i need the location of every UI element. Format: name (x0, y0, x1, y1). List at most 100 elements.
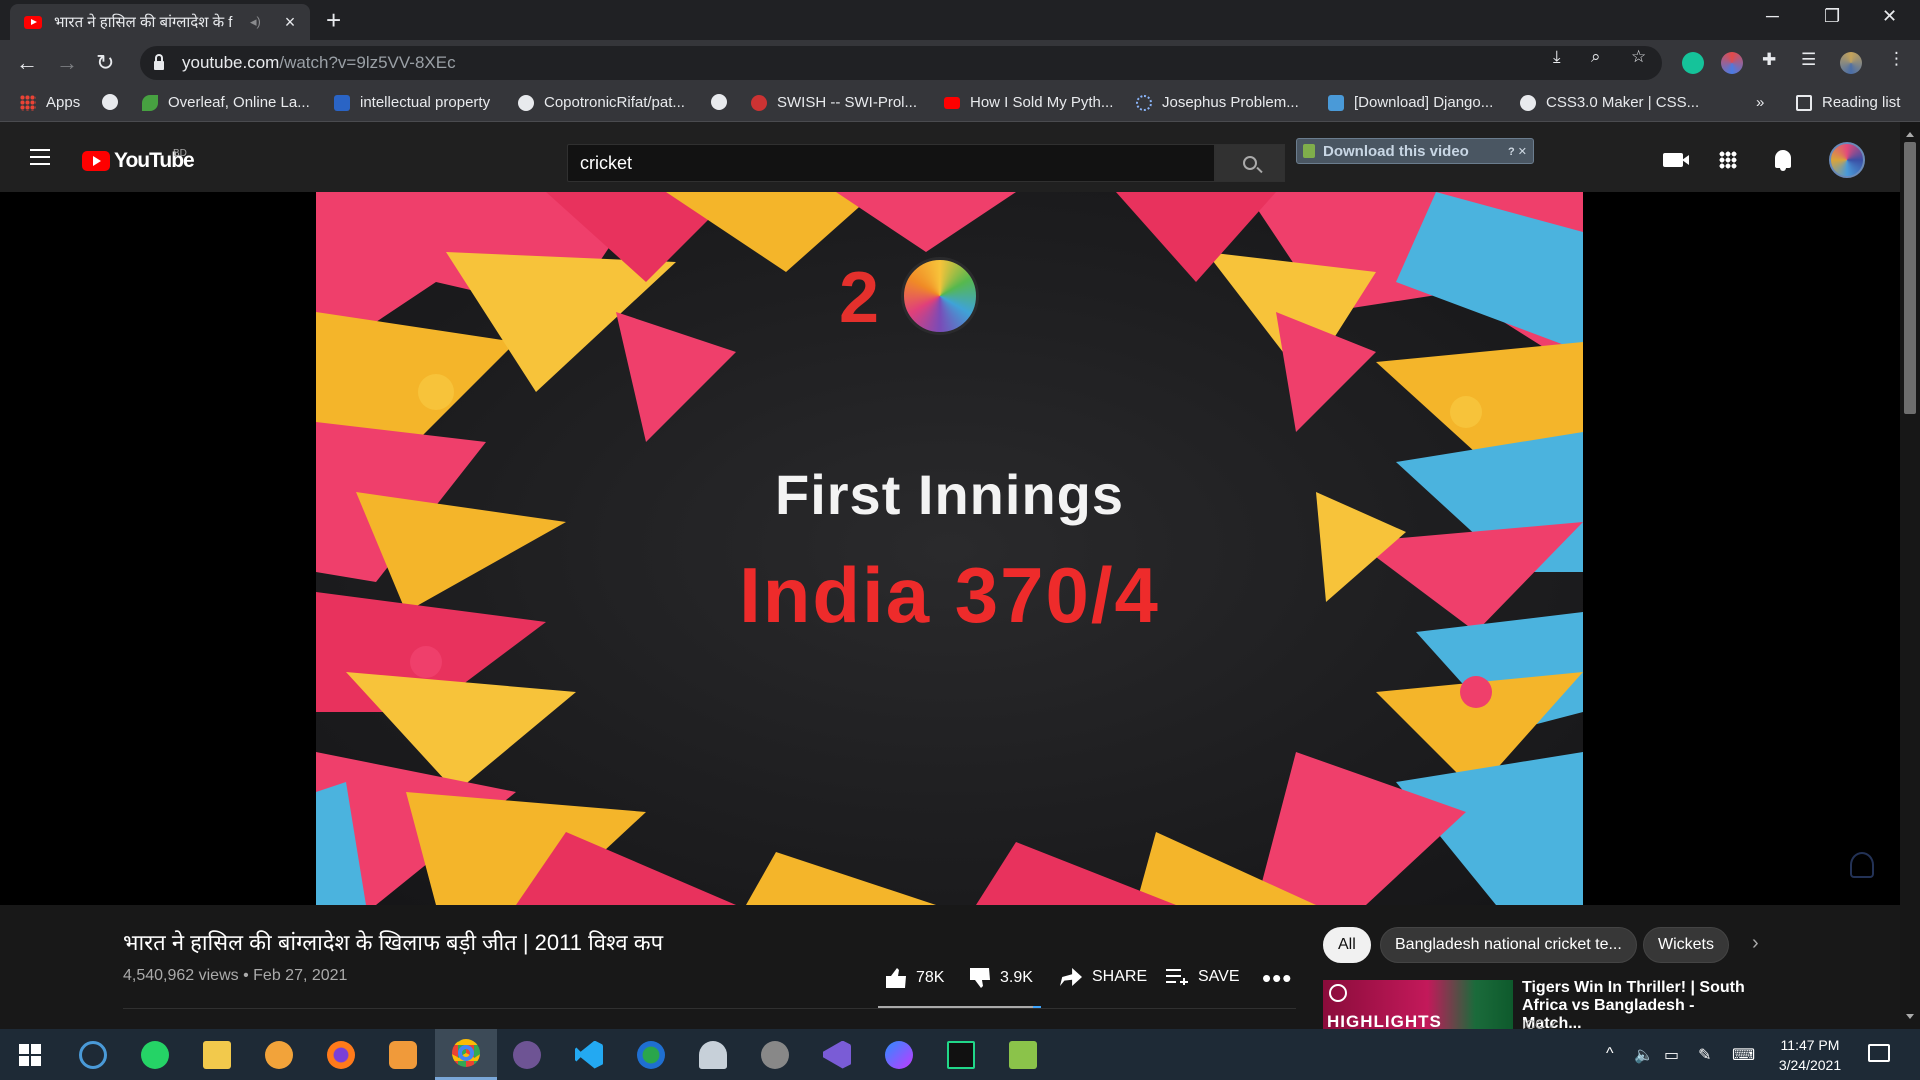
thumbs-down-icon (970, 968, 990, 988)
bookmarks-overflow-button[interactable]: » (1756, 94, 1764, 111)
back-arrow-icon[interactable]: ← (16, 50, 38, 76)
download-video-overlay[interactable]: Download this video ? ✕ (1296, 138, 1534, 164)
url-host: youtube.com (182, 53, 280, 72)
action-center-icon[interactable] (1868, 1044, 1890, 1062)
volume-icon[interactable]: 🔈 (1634, 1045, 1654, 1065)
browser-menu-icon[interactable]: ⋮ (1888, 49, 1905, 69)
create-video-icon[interactable] (1663, 153, 1689, 167)
chips-next-arrow-icon[interactable]: › (1752, 932, 1759, 955)
taskbar-clock[interactable]: 11:47 PM 3/24/2021 (1760, 1035, 1860, 1075)
video-frame[interactable]: 2 First Innings India 370/4 (316, 192, 1583, 905)
bookmark-globe-1[interactable] (102, 94, 128, 110)
thumbs-up-icon (886, 968, 906, 988)
youtube-logo-icon[interactable] (82, 151, 110, 171)
share-icon (1060, 968, 1082, 986)
save-button[interactable]: SAVE (1166, 968, 1240, 986)
reading-list-button[interactable]: Reading list (1796, 94, 1900, 111)
scrollbar-thumb[interactable] (1904, 142, 1916, 414)
extension-icon[interactable] (1721, 52, 1743, 74)
bookmark-star-icon[interactable]: ☆ (1631, 47, 1646, 67)
pen-icon[interactable]: ✎ (1698, 1045, 1711, 1065)
bookmark-swish[interactable]: SWISH -- SWI-Prol... (751, 94, 917, 111)
close-window-button[interactable]: ✕ (1882, 6, 1897, 27)
grammarly-extension-icon[interactable] (1682, 52, 1704, 74)
extensions-puzzle-icon[interactable]: ✚ (1762, 50, 1776, 70)
taskbar-app-winrar[interactable] (375, 1029, 431, 1080)
new-tab-button[interactable]: + (326, 6, 341, 34)
url-text[interactable]: youtube.com/watch?v=9lz5VV-8XEc (182, 53, 456, 73)
chip-all[interactable]: All (1323, 927, 1371, 963)
chip-wickets[interactable]: Wickets (1643, 927, 1729, 963)
chrome-icon (452, 1039, 480, 1067)
taskbar-app-vscode[interactable] (561, 1029, 617, 1080)
bookmark-label: intellectual property (360, 94, 491, 111)
chip-bangladesh-cricket[interactable]: Bangladesh national cricket te... (1380, 927, 1637, 963)
bookmark-label: Josephus Problem... (1162, 94, 1299, 111)
t20-logo-digit: 2 (839, 258, 880, 338)
channel-watermark-icon[interactable] (1850, 852, 1874, 878)
bookmark-label: Overleaf, Online La... (168, 94, 310, 111)
restore-button[interactable]: ❐ (1824, 6, 1840, 27)
bookmark-github[interactable]: CopotronicRifat/pat... (518, 94, 685, 111)
lock-icon[interactable] (154, 54, 164, 70)
browser-tab-active[interactable]: भारत ने हासिल की बांग्लादेश के f ◂) × (10, 4, 310, 40)
forward-arrow-icon[interactable]: → (56, 50, 78, 76)
address-bar[interactable]: youtube.com/watch?v=9lz5VV-8XEc (140, 46, 1662, 80)
network-icon[interactable]: ▭ (1664, 1045, 1679, 1065)
scroll-down-arrow-icon[interactable] (1906, 1014, 1914, 1019)
notifications-bell-icon[interactable] (1775, 150, 1791, 171)
taskbar-app-explorer[interactable] (189, 1029, 245, 1080)
bookmark-josephus[interactable]: Josephus Problem... (1136, 94, 1299, 111)
taskbar-app-tool[interactable] (685, 1029, 741, 1080)
recommended-video-thumbnail[interactable]: HIGHLIGHTS (1323, 980, 1513, 1029)
keyboard-icon[interactable]: ⌨ (1732, 1045, 1755, 1065)
bookmark-youtube[interactable]: How I Sold My Pyth... (944, 94, 1113, 111)
search-button[interactable] (1215, 144, 1285, 182)
install-app-icon[interactable]: ⤓ (1553, 47, 1561, 67)
menu-hamburger-icon[interactable] (30, 149, 50, 165)
minimize-button[interactable]: ─ (1766, 6, 1779, 27)
page-icon (1328, 94, 1344, 111)
bookmark-apps[interactable]: Apps (20, 94, 80, 111)
taskbar-app-satellite[interactable] (747, 1029, 803, 1080)
taskbar-app-visual-studio[interactable] (809, 1029, 865, 1080)
media-queue-icon[interactable]: ☰ (1801, 50, 1816, 70)
taskbar-app-github[interactable] (499, 1029, 555, 1080)
taskbar-app-messenger[interactable] (871, 1029, 927, 1080)
video-player[interactable]: 2 First Innings India 370/4 (0, 192, 1900, 905)
zoom-icon[interactable]: ⌕ (1591, 47, 1601, 67)
url-path: /watch?v=9lz5VV-8XEc (279, 53, 456, 72)
page-scrollbar[interactable] (1900, 122, 1920, 1029)
taskbar-app-refresh[interactable] (65, 1029, 121, 1080)
profile-avatar-icon[interactable] (1840, 52, 1862, 74)
bookmark-globe-2[interactable] (711, 94, 737, 110)
search-input[interactable]: cricket (567, 144, 1215, 182)
like-button[interactable]: 78K (886, 968, 944, 988)
taskbar-app-firefox[interactable] (313, 1029, 369, 1080)
bookmark-django[interactable]: [Download] Django... (1328, 94, 1493, 111)
more-actions-button[interactable]: ••• (1262, 963, 1292, 994)
audio-playing-icon[interactable]: ◂) (250, 14, 261, 30)
innings-title: First Innings (775, 463, 1124, 526)
share-button[interactable]: SHARE (1060, 968, 1147, 986)
reload-icon[interactable]: ↻ (96, 50, 114, 76)
taskbar-app-pycharm[interactable] (933, 1029, 989, 1080)
taskbar-app-chrome[interactable] (435, 1029, 497, 1080)
scroll-up-arrow-icon[interactable] (1906, 132, 1914, 137)
taskbar-app-globe[interactable] (623, 1029, 679, 1080)
tray-overflow-chevron-icon[interactable]: ^ (1606, 1045, 1614, 1063)
download-arrow-icon (1303, 144, 1315, 158)
youtube-apps-icon[interactable] (1719, 151, 1737, 169)
taskbar-app-vpn[interactable] (251, 1029, 307, 1080)
download-overlay-controls[interactable]: ? ✕ (1508, 145, 1533, 158)
taskbar-app-notes[interactable] (995, 1029, 1051, 1080)
dislike-button[interactable]: 3.9K (970, 968, 1033, 988)
account-avatar[interactable] (1829, 142, 1865, 178)
youtube-favicon-icon (24, 15, 42, 29)
start-button[interactable] (2, 1029, 58, 1080)
bookmark-intellectual-property[interactable]: intellectual property (334, 94, 490, 111)
taskbar-app-whatsapp[interactable] (127, 1029, 183, 1080)
bookmark-overleaf[interactable]: Overleaf, Online La... (142, 94, 310, 111)
tab-close-icon[interactable]: × (280, 12, 300, 33)
bookmark-css-maker[interactable]: CSS3.0 Maker | CSS... (1520, 94, 1699, 111)
